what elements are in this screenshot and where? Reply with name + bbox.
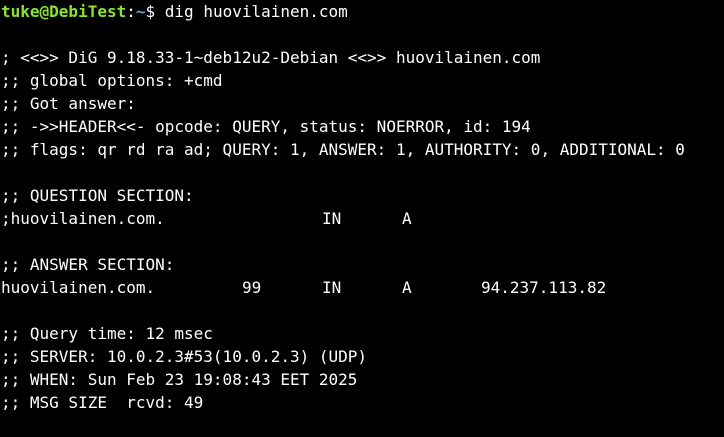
flags-line: ;; flags: qr rd ra ad; QUERY: 1, ANSWER:… <box>1 140 685 159</box>
question-class: IN <box>322 209 342 228</box>
prompt-line: tuke@DebiTest:~$ dig huovilainen.com <box>1 0 724 23</box>
question-record: ;huovilainen.com. IN A <box>1 207 724 230</box>
header-line: ;; ->>HEADER<<- opcode: QUERY, status: N… <box>1 117 531 136</box>
terminal-window[interactable]: tuke@DebiTest:~$ dig huovilainen.com ; <… <box>0 0 724 425</box>
when-line: ;; WHEN: Sun Feb 23 19:08:43 EET 2025 <box>1 370 358 389</box>
server-line: ;; SERVER: 10.0.2.3#53(10.0.2.3) (UDP) <box>1 347 368 366</box>
global-options-line: ;; global options: +cmd <box>1 71 223 90</box>
question-name: ;huovilainen.com. <box>1 209 165 228</box>
answer-class: IN <box>322 278 342 297</box>
answer-address: 94.237.113.82 <box>481 278 607 297</box>
query-time-line: ;; Query time: 12 msec <box>1 324 213 343</box>
question-section-title: ;; QUESTION SECTION: <box>1 186 194 205</box>
answer-type: A <box>402 278 412 297</box>
answer-name: huovilainen.com. <box>1 278 156 297</box>
command-text: dig huovilainen.com <box>164 2 348 21</box>
got-answer-line: ;; Got answer: <box>1 94 136 113</box>
prompt-symbol: $ <box>145 2 165 21</box>
answer-section-title: ;; ANSWER SECTION: <box>1 255 175 274</box>
prompt-user-host: tuke@DebiTest <box>1 2 127 21</box>
prompt-path: ~ <box>135 2 146 21</box>
dig-banner: ; <<>> DiG 9.18.33-1~deb12u2-Debian <<>>… <box>1 48 541 67</box>
answer-ttl: 99 <box>242 278 262 297</box>
prompt-separator: : <box>126 2 136 21</box>
msg-size-line: ;; MSG SIZE rcvd: 49 <box>1 393 204 412</box>
question-type: A <box>402 209 412 228</box>
answer-record: huovilainen.com. 99 IN A 94.237.113.82 <box>1 276 724 299</box>
